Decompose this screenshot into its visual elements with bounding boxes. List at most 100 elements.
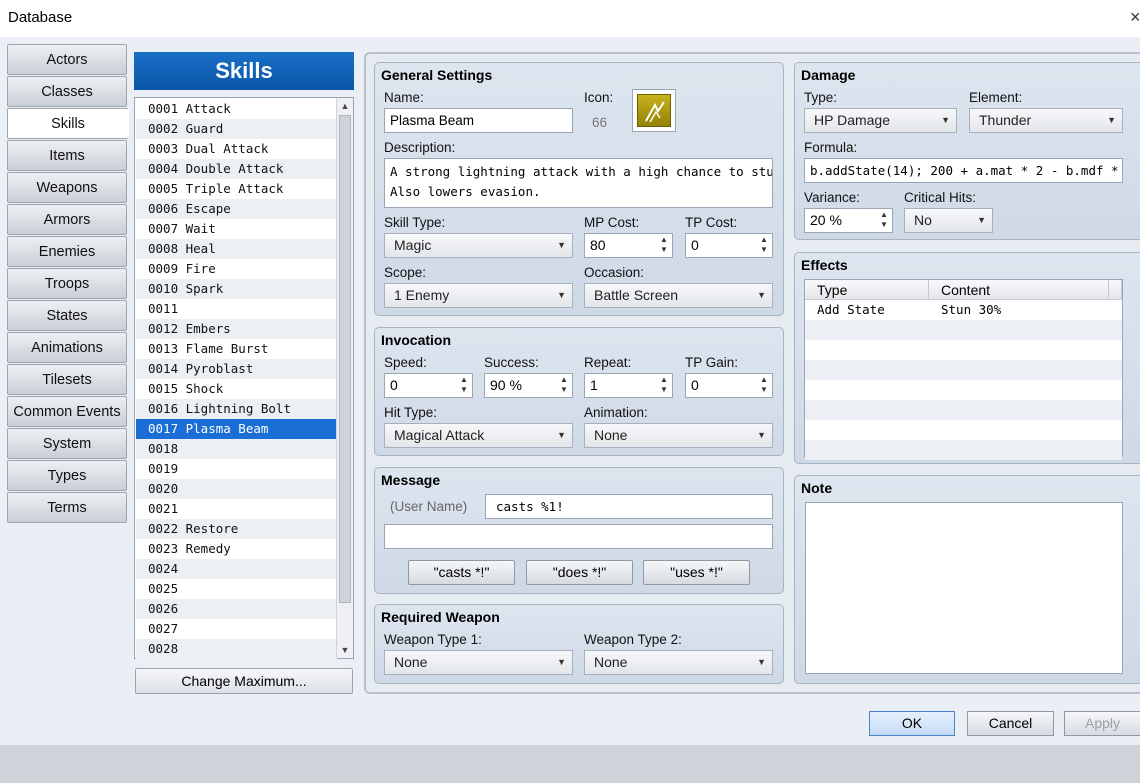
spinner-arrows-icon[interactable]: ▲ ▼ (759, 375, 769, 395)
list-item[interactable]: 0022 Restore (136, 519, 337, 539)
nav-tilesets[interactable]: Tilesets (7, 364, 127, 395)
weapon-type-1-select[interactable]: None ▼ (384, 650, 573, 675)
list-item[interactable]: 0011 (136, 299, 337, 319)
table-row[interactable] (805, 360, 1122, 380)
scroll-thumb[interactable] (339, 115, 351, 603)
scroll-up-icon[interactable]: ▲ (337, 98, 353, 114)
skill-icon-picker[interactable] (632, 89, 676, 132)
nav-actors[interactable]: Actors (7, 44, 127, 75)
does-template-button[interactable]: "does *!" (526, 560, 633, 585)
list-item[interactable]: 0020 (136, 479, 337, 499)
list-item[interactable]: 0025 (136, 579, 337, 599)
list-item[interactable]: 0003 Dual Attack (136, 139, 337, 159)
list-item[interactable]: 0016 Lightning Bolt (136, 399, 337, 419)
table-row[interactable] (805, 320, 1122, 340)
skills-list-rows: 0001 Attack 0002 Guard 0003 Dual Attack 000… (136, 99, 337, 659)
nav-weapons[interactable]: Weapons (7, 172, 127, 203)
list-item[interactable]: 0019 (136, 459, 337, 479)
list-item[interactable]: 0007 Wait (136, 219, 337, 239)
list-item[interactable]: 0023 Remedy (136, 539, 337, 559)
list-item[interactable]: 0002 Guard (136, 119, 337, 139)
nav-skills[interactable]: Skills (7, 108, 129, 139)
nav-types[interactable]: Types (7, 460, 127, 491)
close-icon[interactable]: × (1130, 7, 1140, 28)
critical-hits-select[interactable]: No ▼ (904, 208, 993, 233)
uses-template-button[interactable]: "uses *!" (643, 560, 750, 585)
scope-select[interactable]: 1 Enemy ▼ (384, 283, 573, 308)
nav-common-events[interactable]: Common Events (7, 396, 127, 427)
list-item[interactable]: 0026 (136, 599, 337, 619)
spinner-arrows-icon[interactable]: ▲ ▼ (879, 210, 889, 230)
skill-type-select[interactable]: Magic ▼ (384, 233, 573, 258)
speed-spinner[interactable]: 0 ▲ ▼ (384, 373, 473, 398)
description-field[interactable]: A strong lightning attack with a high ch… (384, 158, 773, 208)
skills-list-scrollbar[interactable]: ▲ ▼ (336, 98, 353, 658)
list-item[interactable]: 0017 Plasma Beam (136, 419, 337, 439)
list-item[interactable]: 0015 Shock (136, 379, 337, 399)
note-textarea[interactable] (805, 502, 1123, 674)
repeat-spinner[interactable]: 1 ▲ ▼ (584, 373, 673, 398)
nav-system[interactable]: System (7, 428, 127, 459)
list-item[interactable]: 0028 (136, 639, 337, 659)
mp-cost-spinner[interactable]: 80 ▲ ▼ (584, 233, 673, 258)
nav-troops[interactable]: Troops (7, 268, 127, 299)
table-row[interactable] (805, 380, 1122, 400)
list-item[interactable]: 0009 Fire (136, 259, 337, 279)
table-row[interactable] (805, 420, 1122, 440)
skills-list[interactable]: 0001 Attack 0002 Guard 0003 Dual Attack 000… (134, 97, 354, 659)
list-item[interactable]: 0012 Embers (136, 319, 337, 339)
damage-type-select[interactable]: HP Damage ▼ (804, 108, 957, 133)
weapon-type-2-select[interactable]: None ▼ (584, 650, 773, 675)
variance-spinner[interactable]: 20 % ▲ ▼ (804, 208, 893, 233)
name-field[interactable]: Plasma Beam (384, 108, 573, 133)
effects-table[interactable]: Type Content Add State Stun 30% (804, 279, 1123, 460)
list-item[interactable]: 0021 (136, 499, 337, 519)
nav-states[interactable]: States (7, 300, 127, 331)
hit-type-select[interactable]: Magical Attack ▼ (384, 423, 573, 448)
nav-items[interactable]: Items (7, 140, 127, 171)
nav-armors[interactable]: Armors (7, 204, 127, 235)
list-item[interactable]: 0005 Triple Attack (136, 179, 337, 199)
spinner-arrows-icon[interactable]: ▲ ▼ (659, 375, 669, 395)
list-item[interactable]: 0018 (136, 439, 337, 459)
effects-col-type[interactable]: Type (805, 280, 929, 300)
success-spinner[interactable]: 90 % ▲ ▼ (484, 373, 573, 398)
spinner-arrows-icon[interactable]: ▲ ▼ (759, 235, 769, 255)
list-item[interactable]: 0014 Pyroblast (136, 359, 337, 379)
list-item[interactable]: 0013 Flame Burst (136, 339, 337, 359)
list-item[interactable]: 0008 Heal (136, 239, 337, 259)
spinner-arrows-icon[interactable]: ▲ ▼ (459, 375, 469, 395)
spinner-arrows-icon[interactable]: ▲ ▼ (559, 375, 569, 395)
tp-cost-spinner[interactable]: 0 ▲ ▼ (685, 233, 773, 258)
message-line-2-field[interactable] (384, 524, 773, 549)
nav-enemies[interactable]: Enemies (7, 236, 127, 267)
tp-gain-spinner[interactable]: 0 ▲ ▼ (685, 373, 773, 398)
effects-title: Effects (801, 257, 848, 273)
animation-select[interactable]: None ▼ (584, 423, 773, 448)
spinner-arrows-icon[interactable]: ▲ ▼ (659, 235, 669, 255)
ok-button[interactable]: OK (869, 711, 955, 736)
formula-field[interactable]: b.addState(14); 200 + a.mat * 2 - b.mdf … (804, 158, 1123, 183)
cancel-button[interactable]: Cancel (967, 711, 1054, 736)
table-row[interactable]: Add State Stun 30% (805, 300, 1122, 320)
element-select[interactable]: Thunder ▼ (969, 108, 1123, 133)
list-item[interactable]: 0004 Double Attack (136, 159, 337, 179)
table-row[interactable] (805, 440, 1122, 460)
list-item[interactable]: 0006 Escape (136, 199, 337, 219)
table-row[interactable] (805, 340, 1122, 360)
list-item[interactable]: 0010 Spark (136, 279, 337, 299)
message-line-1-field[interactable]: casts %1! (485, 494, 773, 519)
nav-classes[interactable]: Classes (7, 76, 127, 107)
scroll-down-icon[interactable]: ▼ (337, 642, 353, 658)
nav-animations[interactable]: Animations (7, 332, 127, 363)
occasion-select[interactable]: Battle Screen ▼ (584, 283, 773, 308)
change-maximum-button[interactable]: Change Maximum... (135, 668, 353, 694)
casts-template-button[interactable]: "casts *!" (408, 560, 515, 585)
apply-button[interactable]: Apply (1064, 711, 1140, 736)
effects-col-content[interactable]: Content (929, 280, 1109, 300)
nav-terms[interactable]: Terms (7, 492, 127, 523)
list-item[interactable]: 0027 (136, 619, 337, 639)
list-item[interactable]: 0001 Attack (136, 99, 337, 119)
list-item[interactable]: 0024 (136, 559, 337, 579)
table-row[interactable] (805, 400, 1122, 420)
